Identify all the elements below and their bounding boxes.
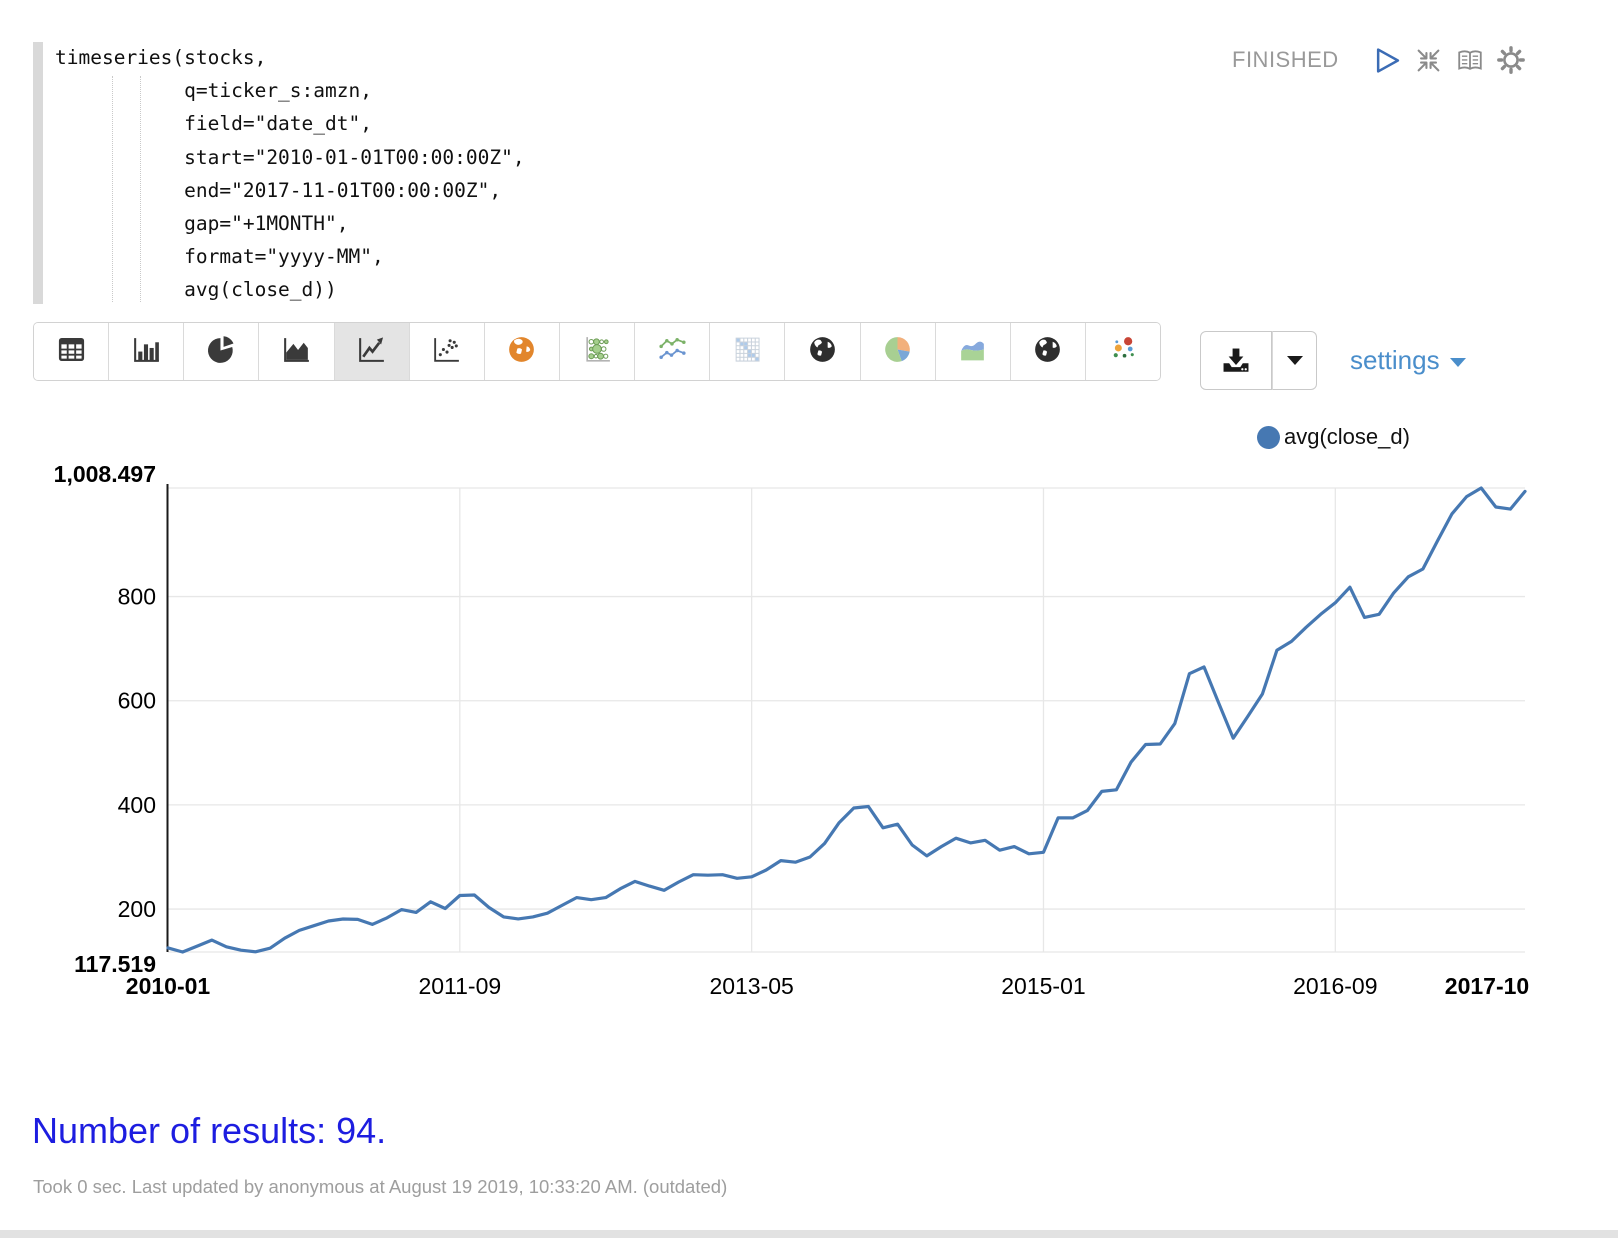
shrink-paragraph-icon[interactable] bbox=[1415, 46, 1443, 74]
chart-type-button-bar-chart[interactable] bbox=[109, 323, 184, 380]
legend-item[interactable]: avg(close_d) bbox=[1257, 424, 1410, 450]
x-axis-label: 2015-01 bbox=[1001, 973, 1085, 999]
y-axis-label: 800 bbox=[118, 584, 156, 610]
bottom-divider bbox=[0, 1230, 1618, 1238]
colored-pie-chart-icon bbox=[881, 333, 914, 371]
chart-type-button-multi-line-chart[interactable] bbox=[635, 323, 710, 380]
paragraph-statusbar: FINISHED bbox=[1232, 44, 1525, 76]
x-axis-label: 2017-10 bbox=[1445, 973, 1529, 999]
chart-type-button-colored-pie-chart[interactable] bbox=[861, 323, 936, 380]
download-button-group bbox=[1200, 331, 1317, 390]
y-axis-label: 600 bbox=[118, 688, 156, 714]
heatmap-icon bbox=[731, 333, 764, 371]
chart-type-button-bubble-grid[interactable] bbox=[560, 323, 635, 380]
results-count: Number of results: 94. bbox=[32, 1110, 386, 1152]
line-chart-icon bbox=[355, 333, 388, 371]
report-book-icon[interactable] bbox=[1456, 46, 1484, 74]
area-chart-icon bbox=[280, 333, 313, 371]
bar-chart-icon bbox=[130, 333, 163, 371]
chevron-down-icon bbox=[1450, 358, 1466, 367]
chart-type-button-line-chart[interactable] bbox=[335, 323, 410, 380]
download-button[interactable] bbox=[1200, 331, 1272, 390]
scatter-chart-icon bbox=[430, 333, 463, 371]
y-axis-label: 400 bbox=[118, 792, 156, 818]
run-play-icon[interactable] bbox=[1374, 46, 1402, 74]
chart-type-button-globe-map-2[interactable] bbox=[1011, 323, 1086, 380]
multi-line-chart-icon bbox=[656, 333, 689, 371]
chart-type-button-globe-map[interactable] bbox=[785, 323, 860, 380]
chart-type-button-leaflet-map[interactable] bbox=[485, 323, 560, 380]
legend-label: avg(close_d) bbox=[1284, 424, 1410, 450]
leaflet-map-icon bbox=[505, 333, 538, 371]
download-options-caret[interactable] bbox=[1272, 331, 1317, 390]
code-editor[interactable]: timeseries(stocks, q=ticker_s:amzn, fiel… bbox=[55, 41, 525, 307]
y-axis-label: 1,008.497 bbox=[54, 461, 156, 487]
globe-map-icon bbox=[806, 333, 839, 371]
series-line-avg-close_d[interactable] bbox=[168, 488, 1525, 952]
legend-color-dot bbox=[1257, 426, 1280, 449]
bubble-grid-icon bbox=[581, 333, 614, 371]
pie-chart-icon bbox=[205, 333, 238, 371]
y-axis-label: 117.519 bbox=[74, 951, 156, 977]
settings-toggle[interactable]: settings bbox=[1350, 336, 1466, 384]
colored-scatter-icon bbox=[1107, 333, 1140, 371]
paragraph-footer-status: Took 0 sec. Last updated by anonymous at… bbox=[33, 1176, 727, 1198]
chart-type-button-pie-chart[interactable] bbox=[184, 323, 259, 380]
gear-settings-icon[interactable] bbox=[1497, 46, 1525, 74]
colored-area-chart-icon bbox=[956, 333, 989, 371]
editor-gutter bbox=[33, 42, 43, 304]
chevron-down-icon bbox=[1287, 356, 1303, 365]
x-axis-label: 2013-05 bbox=[709, 973, 793, 999]
chart-type-button-colored-area-chart[interactable] bbox=[936, 323, 1011, 380]
chart-type-button-table[interactable] bbox=[34, 323, 109, 380]
chart-type-toolbar bbox=[33, 322, 1161, 381]
y-axis-label: 200 bbox=[118, 896, 156, 922]
chart-type-button-area-chart[interactable] bbox=[259, 323, 334, 380]
chart-type-button-scatter-chart[interactable] bbox=[410, 323, 485, 380]
settings-label: settings bbox=[1350, 345, 1440, 376]
paragraph-status: FINISHED bbox=[1232, 47, 1339, 73]
chart-type-button-colored-scatter[interactable] bbox=[1086, 323, 1160, 380]
table-icon bbox=[55, 333, 88, 371]
download-icon bbox=[1219, 345, 1253, 377]
x-axis-label: 2010-01 bbox=[126, 973, 211, 999]
chart-type-button-heatmap[interactable] bbox=[710, 323, 785, 380]
globe-map-2-icon bbox=[1031, 333, 1064, 371]
x-axis-label: 2016-09 bbox=[1293, 973, 1377, 999]
x-axis-label: 2011-09 bbox=[418, 973, 501, 999]
